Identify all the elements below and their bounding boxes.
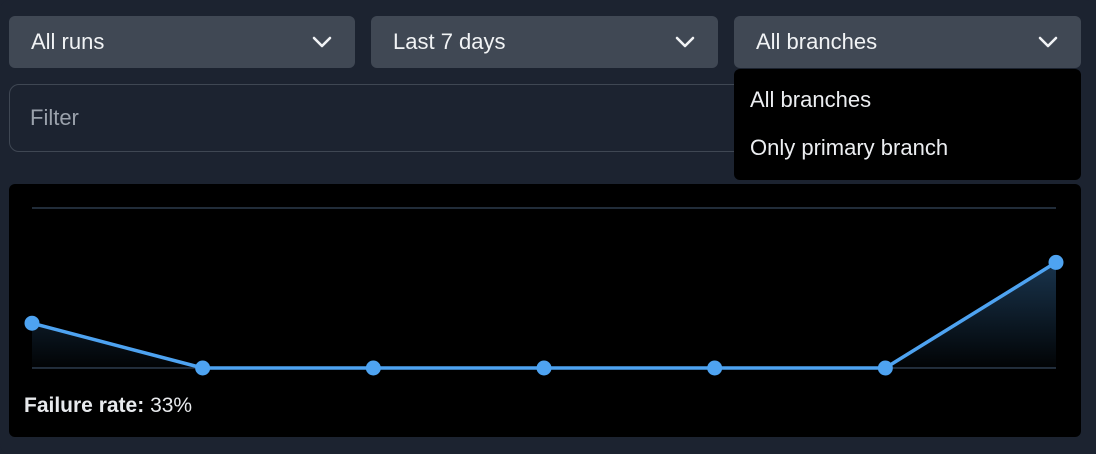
chevron-down-icon (312, 36, 332, 48)
data-point-7[interactable] (1048, 254, 1064, 270)
branches-select[interactable]: All branches (734, 16, 1081, 68)
failure-rate-summary: Failure rate: 33% (24, 394, 192, 418)
data-point-3[interactable] (365, 360, 381, 376)
data-point-4[interactable] (536, 360, 552, 376)
failure-rate-line (31, 260, 1057, 370)
failure-rate-chart: Failure rate: 33% (9, 184, 1081, 437)
branches-dropdown-menu: All branches Only primary branch (734, 69, 1081, 180)
date-range-select[interactable]: Last 7 days (371, 16, 718, 68)
data-point-6[interactable] (877, 360, 893, 376)
runs-select-value: All runs (31, 29, 105, 54)
data-point-5[interactable] (707, 360, 723, 376)
test-analytics-panel: All runs Last 7 days All branches All br… (0, 0, 1096, 454)
failure-rate-area (32, 262, 1056, 368)
chevron-down-icon (1038, 36, 1058, 48)
failure-rate-value: 33% (150, 394, 193, 417)
data-point-2[interactable] (195, 360, 211, 376)
failure-rate-label: Failure rate: (24, 394, 145, 417)
branches-select-value: All branches (756, 29, 878, 54)
runs-select[interactable]: All runs (9, 16, 355, 68)
data-point-1[interactable] (24, 315, 40, 331)
branch-option-primary[interactable]: Only primary branch (734, 133, 1081, 181)
date-range-select-value: Last 7 days (393, 29, 506, 54)
branch-option-all[interactable]: All branches (734, 85, 1081, 133)
chevron-down-icon (675, 36, 695, 48)
